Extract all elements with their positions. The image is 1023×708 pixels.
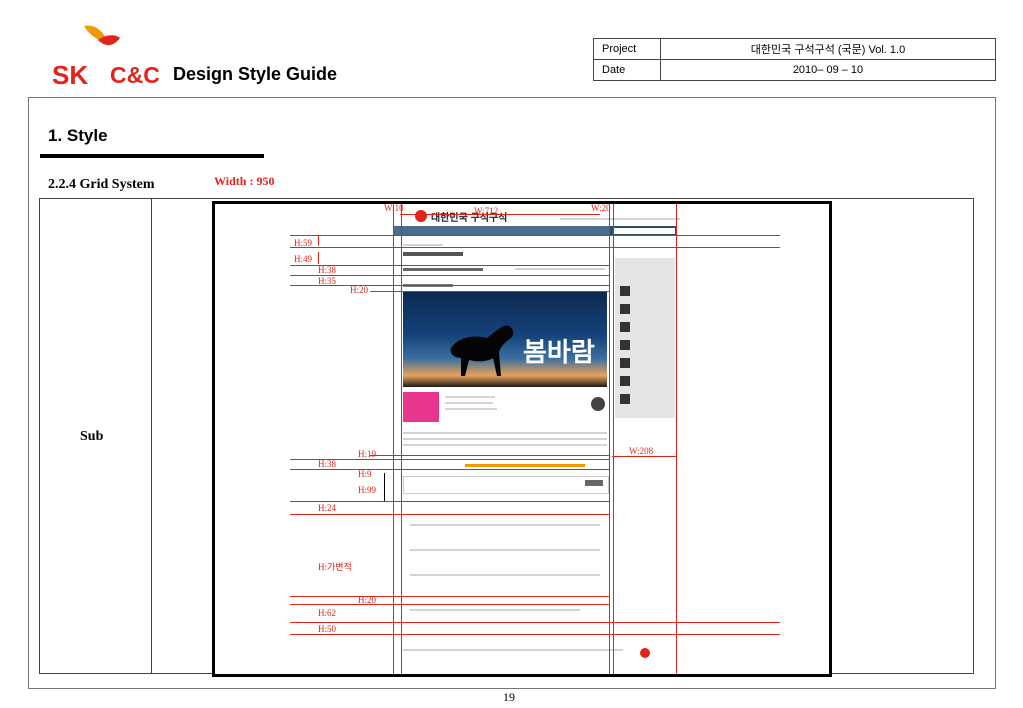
content-heading	[403, 252, 463, 256]
related-links	[410, 609, 580, 611]
hero-overlay-text: 봄바람	[523, 338, 595, 368]
guide-h59-top	[290, 235, 780, 236]
hero-image: 봄바람	[403, 292, 607, 387]
site-footer-text	[403, 649, 623, 651]
guide-h62-bottom	[290, 622, 780, 623]
top-links	[560, 218, 680, 220]
sidebar-thumb-1	[620, 286, 630, 296]
guide-h35	[290, 285, 610, 286]
comment-1	[410, 524, 600, 526]
comment-3	[410, 574, 600, 576]
sidebar-thumb-6	[620, 376, 630, 386]
guide-right-margin	[676, 204, 677, 674]
label-h9: H:9	[358, 469, 372, 479]
label-h62: H:62	[318, 608, 336, 618]
bracket-h9-h99	[384, 473, 385, 501]
label-h20b: H:20	[358, 595, 376, 605]
footer-logo	[640, 648, 650, 658]
article-title	[403, 268, 483, 271]
body-text-3	[403, 444, 607, 446]
label-hvar: H:가변적	[318, 562, 352, 572]
page-number: 19	[503, 690, 515, 704]
guide-h19	[370, 455, 610, 456]
guide-h24	[290, 501, 610, 502]
section-underline	[40, 154, 264, 158]
guide-h50	[290, 634, 780, 635]
label-h35: H:35	[318, 276, 336, 286]
comment-submit	[585, 480, 603, 486]
body-text-2	[403, 438, 607, 440]
guide-h59-bottom	[290, 247, 780, 248]
meta-table: Project 대한민국 구석구석 (국문) Vol. 1.0 Date 201…	[593, 38, 996, 81]
bracket-h49	[318, 252, 319, 264]
row-label-sub: Sub	[80, 429, 104, 444]
grid-column-divider	[151, 198, 152, 674]
label-h99: H:99	[358, 485, 376, 495]
subsection-title: 2.2.4 Grid System	[48, 177, 155, 192]
guide-h49-bottom	[290, 265, 610, 266]
horse-silhouette-icon	[450, 325, 514, 376]
comment-2	[410, 549, 600, 551]
sidebar-thumb-7	[620, 394, 630, 404]
logo-sk-text: SK	[52, 60, 89, 90]
date-label: Date	[593, 59, 661, 81]
comment-input	[403, 476, 609, 494]
section-title: 1. Style	[48, 126, 108, 145]
label-w712: W:712	[474, 206, 499, 216]
guide-h38b-top	[290, 459, 610, 460]
info-line-1	[445, 396, 495, 398]
width-label: Width : 950	[214, 174, 275, 188]
sidebar-search	[613, 228, 675, 234]
label-h50: H:50	[318, 624, 336, 634]
sk-butterfly-icon	[84, 25, 120, 46]
logo-cc-text: C&C	[110, 62, 160, 88]
guide-sidebar-left	[613, 204, 614, 674]
project-label: Project	[593, 38, 661, 60]
guide-h24-bottom	[290, 514, 610, 515]
info-line-3	[445, 408, 497, 410]
guide-h62-top	[290, 604, 610, 605]
guide-h20b	[290, 596, 610, 597]
label-h24: H:24	[318, 503, 336, 513]
label-h19: H:19	[358, 449, 376, 459]
breadcrumb	[403, 244, 443, 246]
label-h38a: H:38	[318, 265, 336, 275]
pink-info-box	[403, 392, 439, 422]
meta-row-date: Date 2010– 09 – 10	[593, 59, 996, 81]
label-w208: W:208	[629, 446, 654, 456]
label-h59: H:59	[294, 238, 312, 248]
guide-h38	[290, 275, 610, 276]
article-meta	[515, 268, 605, 270]
body-text-1	[403, 432, 607, 434]
sidebar-thumb-5	[620, 358, 630, 368]
label-w20: W:20	[591, 203, 611, 213]
guide-w712	[400, 214, 600, 215]
label-h20a: H:20	[350, 285, 368, 295]
label-h49: H:49	[294, 254, 312, 264]
date-value: 2010– 09 – 10	[660, 59, 996, 81]
author-avatar	[591, 397, 605, 411]
label-h38b: H:38	[318, 459, 336, 469]
bracket-h59	[318, 236, 319, 246]
sidebar-thumb-4	[620, 340, 630, 350]
rating-stars	[465, 464, 585, 467]
guide-h20a	[370, 291, 610, 292]
guide-h38b-bottom	[290, 469, 610, 470]
page-screenshot: 대한민국 구석구석 봄바람	[212, 201, 832, 677]
info-line-2	[445, 402, 493, 404]
site-logo	[415, 210, 427, 222]
project-value: 대한민국 구석구석 (국문) Vol. 1.0	[660, 38, 996, 60]
meta-row-project: Project 대한민국 구석구석 (국문) Vol. 1.0	[593, 38, 996, 60]
sidebar-thumb-3	[620, 322, 630, 332]
document-title: Design Style Guide	[173, 64, 338, 84]
guide-w208	[612, 456, 676, 457]
label-w10: W:10	[384, 203, 404, 213]
sidebar-thumb-2	[620, 304, 630, 314]
